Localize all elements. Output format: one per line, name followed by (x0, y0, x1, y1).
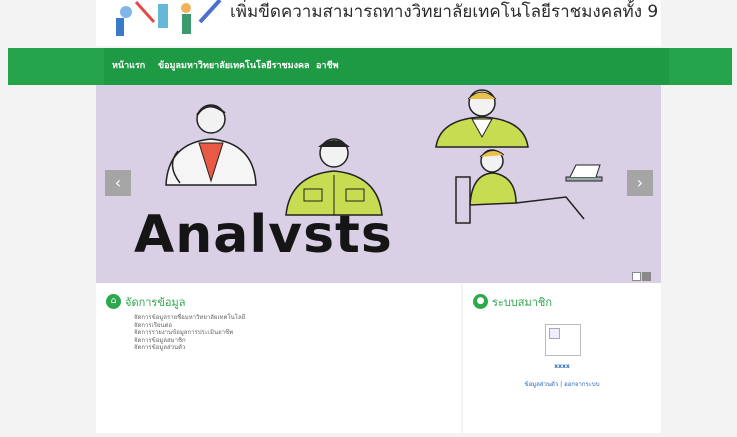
menu-item[interactable]: จัดการข้อมูลรายชื่อมหาวิทยาลัยเทคโนโลยี (134, 314, 245, 322)
user-name: xxxx (554, 363, 570, 370)
member-header: ● ระบบสมาชิก (473, 291, 552, 309)
carousel-prev-button[interactable]: ‹ (105, 170, 131, 196)
link-separator: | (560, 381, 563, 388)
carousel-next-button[interactable]: › (627, 170, 653, 196)
carousel-caption: Analvsts (134, 205, 393, 265)
menu-item[interactable]: จัดการรายงานข้อมูลการประเมินอาชีพ (134, 329, 245, 337)
carousel-dot-2[interactable] (642, 272, 651, 281)
data-management-menu: จัดการข้อมูลรายชื่อมหาวิทยาลัยเทคโนโลยี … (134, 314, 245, 352)
main-navbar: หน้าแรก ข้อมูลมหาวิทยาลัยเทคโนโลยีราชมงค… (8, 48, 732, 85)
member-title: ระบบสมาชิก (492, 295, 553, 309)
header-banner: เพิ่มขีดความสามารถทางวิทยาลัยเทคโนโลยีรา… (96, 0, 661, 46)
profile-link[interactable]: ข้อมูลส่วนตัว (524, 381, 558, 388)
broken-image-icon (549, 328, 560, 339)
data-management-header: ⌂ จัดการข้อมูล (106, 291, 185, 309)
user-links: ข้อมูลส่วนตัว | ออกจากระบบ (463, 379, 661, 389)
navbar-inner: หน้าแรก ข้อมูลมหาวิทยาลัยเทคโนโลยีราชมงค… (104, 48, 669, 85)
home-icon: ⌂ (106, 294, 121, 309)
nav-university-info[interactable]: ข้อมูลมหาวิทยาลัยเทคโนโลยีราชมงคล (158, 48, 310, 85)
doctor-figure (165, 104, 257, 186)
menu-item[interactable]: จัดการข้อมูลสมาชิก (134, 337, 245, 345)
page: เพิ่มขีดความสามารถทางวิทยาลัยเทคโนโลยีรา… (0, 0, 737, 437)
analyst-figure-top (435, 89, 529, 148)
menu-item[interactable]: จัดการข้อมูลส่วนตัว (134, 344, 245, 352)
officer-figure (285, 138, 383, 216)
chevron-left-icon: ‹ (114, 173, 122, 192)
carousel-dot-1[interactable] (632, 272, 641, 281)
data-management-title: จัดการข้อมูล (125, 295, 186, 309)
data-management-panel: ⌂ จัดการข้อมูล จัดการข้อมูลรายชื่อมหาวิทย… (96, 283, 461, 433)
banner-illustration (116, 0, 222, 36)
analyst-figure-sitting (455, 149, 603, 224)
nav-career[interactable]: อาชีพ (316, 48, 339, 85)
carousel-indicators (631, 266, 651, 283)
chevron-right-icon: › (636, 173, 644, 192)
logout-link[interactable]: ออกจากระบบ (564, 381, 599, 388)
image-carousel: Analvsts ‹ › (96, 85, 661, 283)
member-panel: ● ระบบสมาชิก xxxx ข้อมูลส่วนตัว | ออกจากร… (463, 283, 661, 433)
nav-home[interactable]: หน้าแรก (112, 48, 145, 85)
avatar (545, 324, 581, 356)
menu-item[interactable]: จัดการเรียนต่อ (134, 322, 245, 330)
banner-title: เพิ่มขีดความสามารถทางวิทยาลัยเทคโนโลยีรา… (230, 2, 661, 22)
user-icon: ● (473, 294, 488, 309)
